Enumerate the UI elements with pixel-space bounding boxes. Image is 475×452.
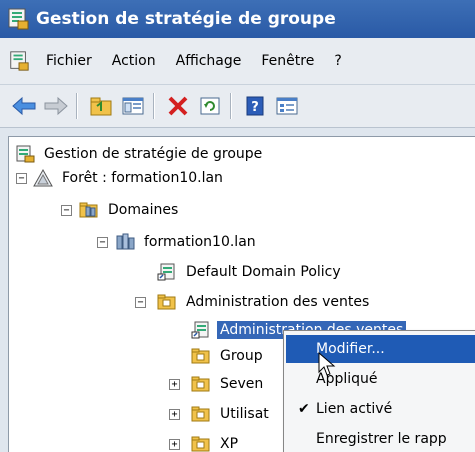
domain-icon bbox=[116, 233, 135, 250]
title-bar[interactable]: Gestion de stratégie de groupe bbox=[0, 0, 475, 38]
gpo-link-icon bbox=[157, 263, 175, 281]
context-menu-item-modifier[interactable]: Modifier... bbox=[286, 335, 475, 363]
tree-item-group[interactable]: Group bbox=[191, 343, 266, 369]
show-hide-tree-button[interactable] bbox=[119, 92, 147, 120]
properties-button[interactable] bbox=[273, 92, 301, 120]
up-folder-icon bbox=[90, 97, 112, 116]
expand-users-toggle[interactable]: + bbox=[169, 409, 180, 420]
context-menu-label: Enregistrer le rapp bbox=[316, 431, 447, 447]
checkmark-icon: ✔ bbox=[298, 401, 310, 417]
gpmc-app-icon bbox=[8, 8, 29, 30]
gpmc-root-icon bbox=[16, 145, 35, 163]
collapse-ou-sales-toggle[interactable]: − bbox=[135, 297, 146, 308]
collapse-domain-toggle[interactable]: − bbox=[97, 237, 108, 248]
menu-fichier[interactable]: Fichier bbox=[36, 53, 102, 69]
context-menu-item-applique[interactable]: Appliqué bbox=[286, 365, 475, 393]
properties-icon bbox=[276, 97, 298, 115]
gpo-link-icon bbox=[191, 321, 209, 339]
refresh-icon bbox=[200, 97, 220, 115]
window-title: Gestion de stratégie de groupe bbox=[36, 9, 336, 29]
tree-label-ou-sales: Administration des ventes bbox=[186, 294, 370, 310]
context-menu-label: Lien activé bbox=[316, 401, 393, 417]
mouse-pointer-icon bbox=[318, 352, 336, 376]
ou-folder-icon bbox=[191, 376, 210, 392]
expand-xp-toggle[interactable]: + bbox=[169, 439, 180, 450]
tree-label-users: Utilisat bbox=[220, 406, 269, 422]
toolbar-separator bbox=[76, 93, 77, 119]
tree-label-forest: Forêt : formation10.lan bbox=[62, 170, 223, 186]
tree-label-group: Group bbox=[220, 348, 263, 364]
collapse-forest-toggle[interactable]: − bbox=[16, 173, 27, 184]
context-menu: Modifier... Appliqué ✔ Lien activé Enreg… bbox=[283, 330, 475, 452]
tree-item-root[interactable]: Gestion de stratégie de groupe bbox=[15, 141, 265, 167]
ou-folder-icon bbox=[157, 294, 176, 310]
back-button[interactable] bbox=[10, 92, 38, 120]
back-icon bbox=[12, 96, 36, 116]
delete-icon bbox=[168, 96, 188, 116]
tree-label-root: Gestion de stratégie de groupe bbox=[44, 146, 263, 162]
tree-item-ou-sales[interactable]: Administration des ventes bbox=[157, 289, 372, 315]
context-menu-item-lien-active[interactable]: ✔ Lien activé bbox=[286, 395, 475, 423]
forward-icon bbox=[44, 96, 68, 116]
menu-bar: Fichier Action Affichage Fenêtre ? bbox=[0, 38, 475, 85]
tree-label-xp: XP bbox=[220, 436, 239, 452]
expand-seven-toggle[interactable]: + bbox=[169, 379, 180, 390]
help-button[interactable]: ? bbox=[241, 92, 269, 120]
help-icon: ? bbox=[246, 96, 264, 116]
domains-folder-icon bbox=[79, 202, 98, 218]
show-hide-tree-icon bbox=[122, 97, 144, 115]
context-menu-item-enregistrer-rapport[interactable]: Enregistrer le rapp bbox=[286, 425, 475, 452]
ou-folder-icon bbox=[191, 406, 210, 422]
tree-label-domains: Domaines bbox=[108, 202, 179, 218]
ou-folder-icon bbox=[191, 348, 210, 364]
tree-item-users[interactable]: Utilisat bbox=[191, 401, 272, 427]
collapse-domains-toggle[interactable]: − bbox=[61, 205, 72, 216]
tree-item-domains[interactable]: Domaines bbox=[79, 197, 181, 223]
up-folder-button[interactable] bbox=[87, 92, 115, 120]
tree-item-default-domain-policy[interactable]: Default Domain Policy bbox=[157, 259, 344, 285]
refresh-button[interactable] bbox=[196, 92, 224, 120]
menu-help[interactable]: ? bbox=[324, 53, 351, 69]
tree-item-seven[interactable]: Seven bbox=[191, 371, 266, 397]
menu-fenetre[interactable]: Fenêtre bbox=[251, 53, 324, 69]
tree-item-domain[interactable]: formation10.lan bbox=[115, 229, 259, 255]
tree-item-forest[interactable]: Forêt : formation10.lan bbox=[33, 165, 226, 191]
toolbar-separator bbox=[230, 93, 231, 119]
tree-label-seven: Seven bbox=[220, 376, 264, 392]
svg-text:?: ? bbox=[251, 100, 259, 115]
system-menu-icon[interactable] bbox=[8, 50, 30, 72]
menu-action[interactable]: Action bbox=[102, 53, 166, 69]
app-window: Gestion de stratégie de groupe Fichier A… bbox=[0, 0, 475, 452]
delete-button[interactable] bbox=[164, 92, 192, 120]
tree-label-domain: formation10.lan bbox=[144, 234, 256, 250]
forward-button[interactable] bbox=[42, 92, 70, 120]
tree-label-default-domain-policy: Default Domain Policy bbox=[186, 264, 341, 280]
tree-item-xp[interactable]: XP bbox=[191, 431, 241, 452]
menu-affichage[interactable]: Affichage bbox=[166, 53, 252, 69]
forest-icon bbox=[33, 169, 53, 187]
ou-folder-icon bbox=[191, 436, 210, 452]
toolbar: ? bbox=[0, 85, 475, 128]
toolbar-separator bbox=[153, 93, 154, 119]
